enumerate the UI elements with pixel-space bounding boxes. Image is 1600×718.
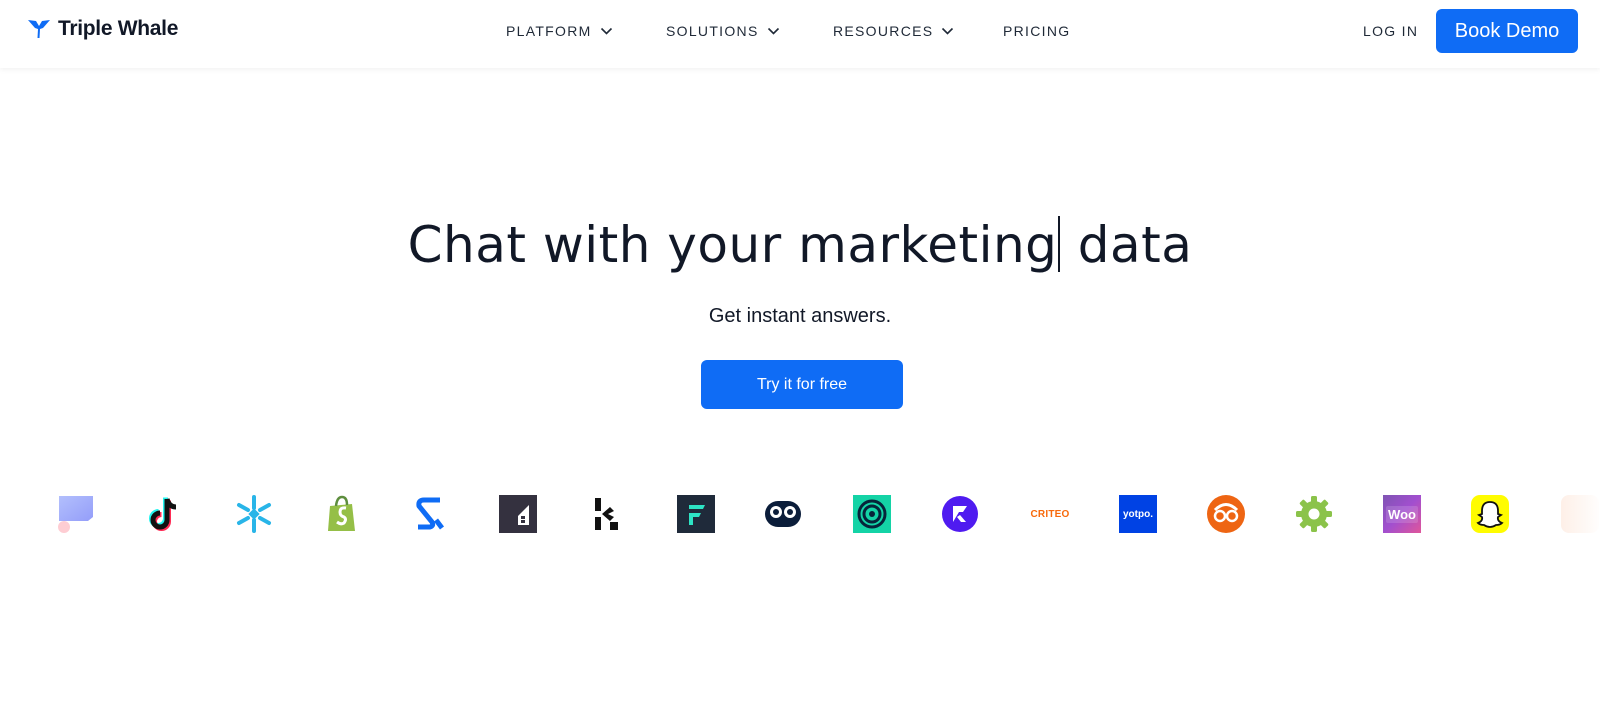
- recharge-icon: [763, 494, 803, 534]
- woo-wordmark: Woo: [1386, 505, 1418, 523]
- logo-strip-fade-left: [0, 480, 60, 550]
- gear-icon: [1294, 494, 1334, 534]
- circle-logo-icon: [852, 494, 892, 534]
- nav-pricing-label: PRICING: [1003, 23, 1071, 39]
- hero-title-text: Chat with your marketing: [407, 216, 1058, 274]
- yotpo-tile: yotpo.: [1119, 495, 1157, 533]
- snowflake-icon: [234, 494, 274, 534]
- nav-platform-label: PLATFORM: [506, 23, 592, 39]
- f-logo-icon: [676, 494, 716, 534]
- brand-name: Triple Whale: [58, 17, 179, 40]
- woo-tile: Woo: [1383, 495, 1421, 533]
- criteo-icon: CRITEO: [1028, 494, 1072, 534]
- woocommerce-icon: Woo: [1382, 494, 1422, 534]
- login-link[interactable]: LOG IN: [1363, 21, 1418, 41]
- yotpo-wordmark: yotpo.: [1123, 508, 1153, 520]
- shopify-icon: [322, 494, 362, 534]
- bigcommerce-icon: [498, 494, 538, 534]
- hero-subtitle: Get instant answers.: [708, 305, 892, 327]
- hero-title: Chat with your marketing data: [0, 216, 1600, 274]
- chevron-down-icon: [942, 27, 954, 35]
- nav-resources[interactable]: RESOURCES: [833, 21, 954, 41]
- hero-title-rotating-word: data: [1061, 216, 1193, 274]
- logo-strip-fade-right: [1540, 480, 1600, 550]
- klaviyo-icon: [586, 494, 626, 534]
- chat-app-icon: [56, 494, 96, 534]
- r-logo-icon: [940, 494, 980, 534]
- site-header: Triple Whale PLATFORM SOLUTIONS RESOURCE…: [0, 0, 1600, 68]
- chevron-down-icon: [600, 27, 612, 35]
- integrations-logo-strip: CRITEO yotpo. Woo: [0, 494, 1600, 534]
- whale-tail-icon: [28, 20, 50, 38]
- try-free-button[interactable]: Try it for free: [701, 360, 903, 409]
- tiktok-icon: [145, 494, 185, 534]
- chevron-down-icon: [767, 27, 779, 35]
- outbrain-icon: [1206, 494, 1246, 534]
- triple-whale-logo[interactable]: Triple Whale: [27, 17, 178, 41]
- s-logo-icon: [410, 494, 450, 534]
- criteo-wordmark: CRITEO: [1030, 508, 1070, 520]
- nav-platform[interactable]: PLATFORM: [506, 21, 613, 41]
- yotpo-icon: yotpo.: [1118, 494, 1158, 534]
- nav-solutions[interactable]: SOLUTIONS: [666, 21, 780, 41]
- book-demo-button[interactable]: Book Demo: [1436, 9, 1578, 53]
- nav-solutions-label: SOLUTIONS: [666, 23, 759, 39]
- nav-resources-label: RESOURCES: [833, 23, 934, 39]
- nav-pricing[interactable]: PRICING: [1003, 21, 1070, 41]
- snapchat-icon: [1470, 494, 1510, 534]
